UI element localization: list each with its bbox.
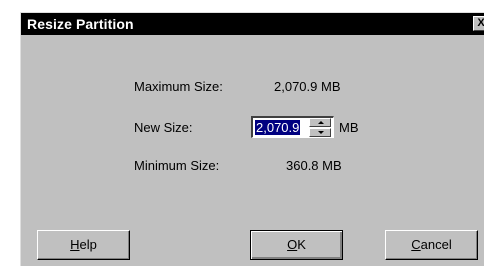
new-size-label: New Size: [134,120,193,135]
minimum-size-label: Minimum Size: [134,158,220,173]
spin-down-button[interactable] [309,128,331,137]
title-bar[interactable]: Resize Partition X [21,13,484,35]
maximum-size-value: 2,070.9 MB [274,79,341,94]
ok-label: K [297,237,306,252]
ok-button[interactable]: OK [250,230,343,260]
spin-up-button[interactable] [309,118,331,127]
spin-buttons [309,118,331,137]
arrow-up-icon [318,121,324,124]
resize-partition-dialog: Resize Partition X Maximum Size: 2,070.9… [20,12,484,266]
cancel-label: ancel [420,237,452,252]
help-button[interactable]: Help [37,230,130,260]
ok-accelerator: O [287,237,298,252]
cancel-button[interactable]: Cancel [385,230,478,260]
new-size-input[interactable]: 2,070.9 [255,120,301,135]
dialog-title: Resize Partition [27,16,134,32]
maximum-size-label: Maximum Size: [134,79,223,94]
help-accelerator: H [70,237,80,252]
new-size-spinner[interactable]: 2,070.9 [251,116,334,138]
close-icon[interactable]: X [473,16,484,31]
new-size-unit: MB [339,120,359,135]
help-label: elp [79,237,97,252]
cancel-accelerator: C [411,237,421,252]
arrow-down-icon [318,131,324,134]
minimum-size-value: 360.8 MB [286,158,342,173]
